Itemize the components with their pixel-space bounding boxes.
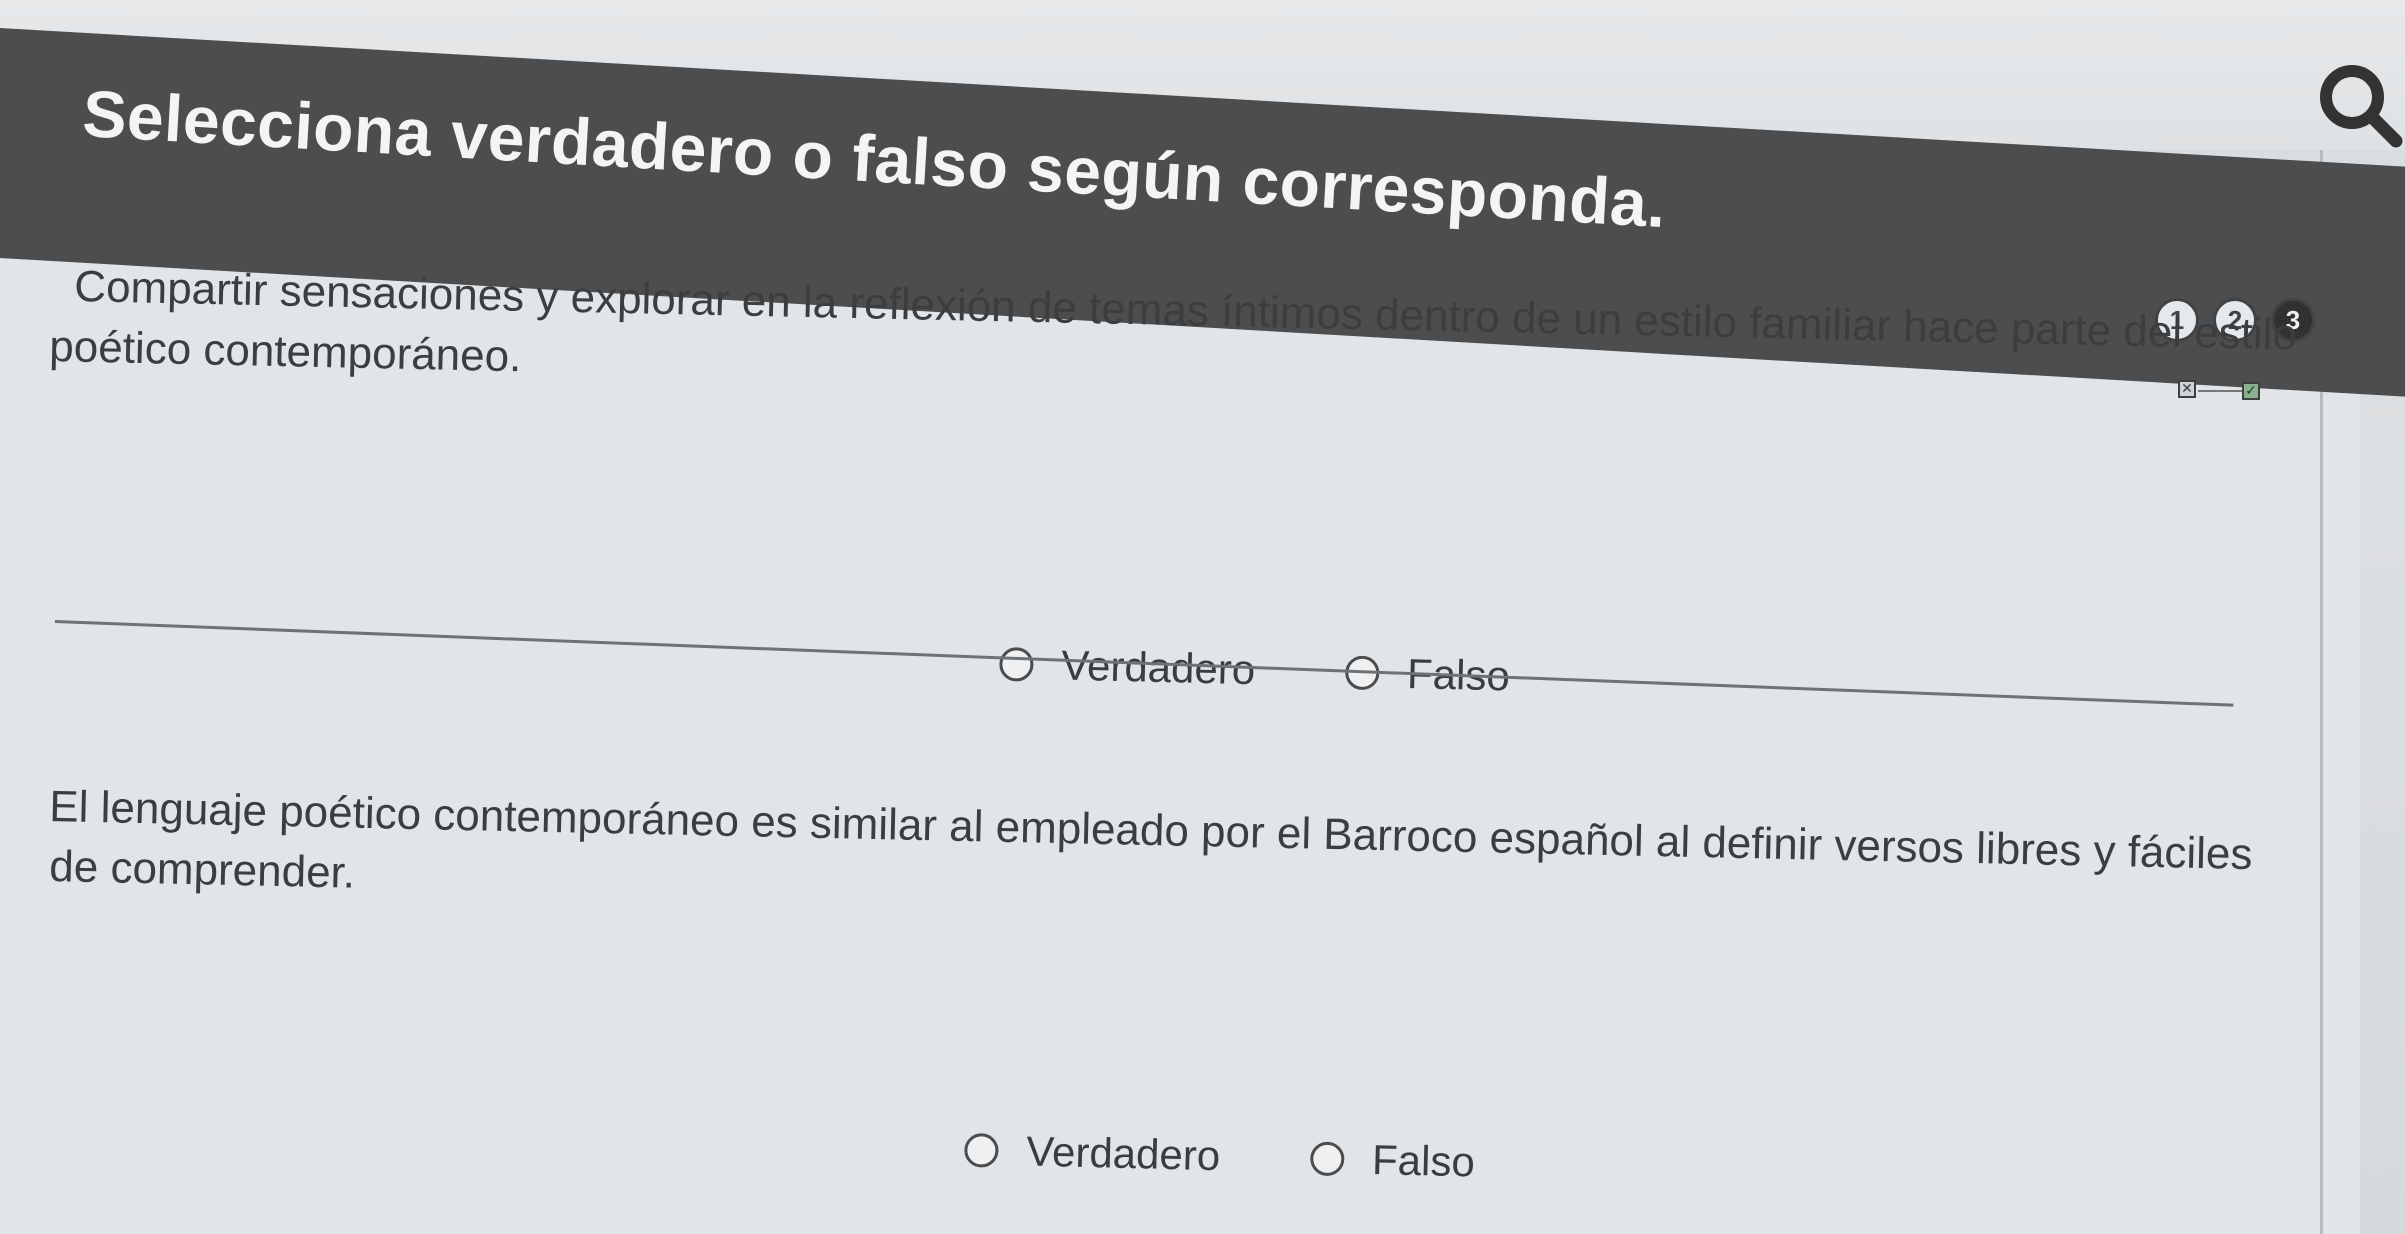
- question-2-option-true[interactable]: Verdadero: [963, 1126, 1221, 1180]
- question-1-text-cont: poético contemporáneo.: [48, 321, 522, 382]
- radio-button[interactable]: [1309, 1141, 1345, 1177]
- option-label: Verdadero: [1025, 1127, 1221, 1180]
- correct-mark-icon: ✓: [2242, 382, 2260, 400]
- step-connector: [2198, 390, 2242, 392]
- radio-button[interactable]: [998, 646, 1034, 682]
- incorrect-mark-icon: ✕: [2178, 380, 2196, 398]
- radio-button[interactable]: [963, 1132, 999, 1168]
- option-label: Falso: [1371, 1135, 1476, 1186]
- question-2-text-cont: de comprender.: [48, 841, 356, 898]
- search-icon[interactable]: [2310, 55, 2405, 155]
- question-2-option-false[interactable]: Falso: [1309, 1134, 1476, 1186]
